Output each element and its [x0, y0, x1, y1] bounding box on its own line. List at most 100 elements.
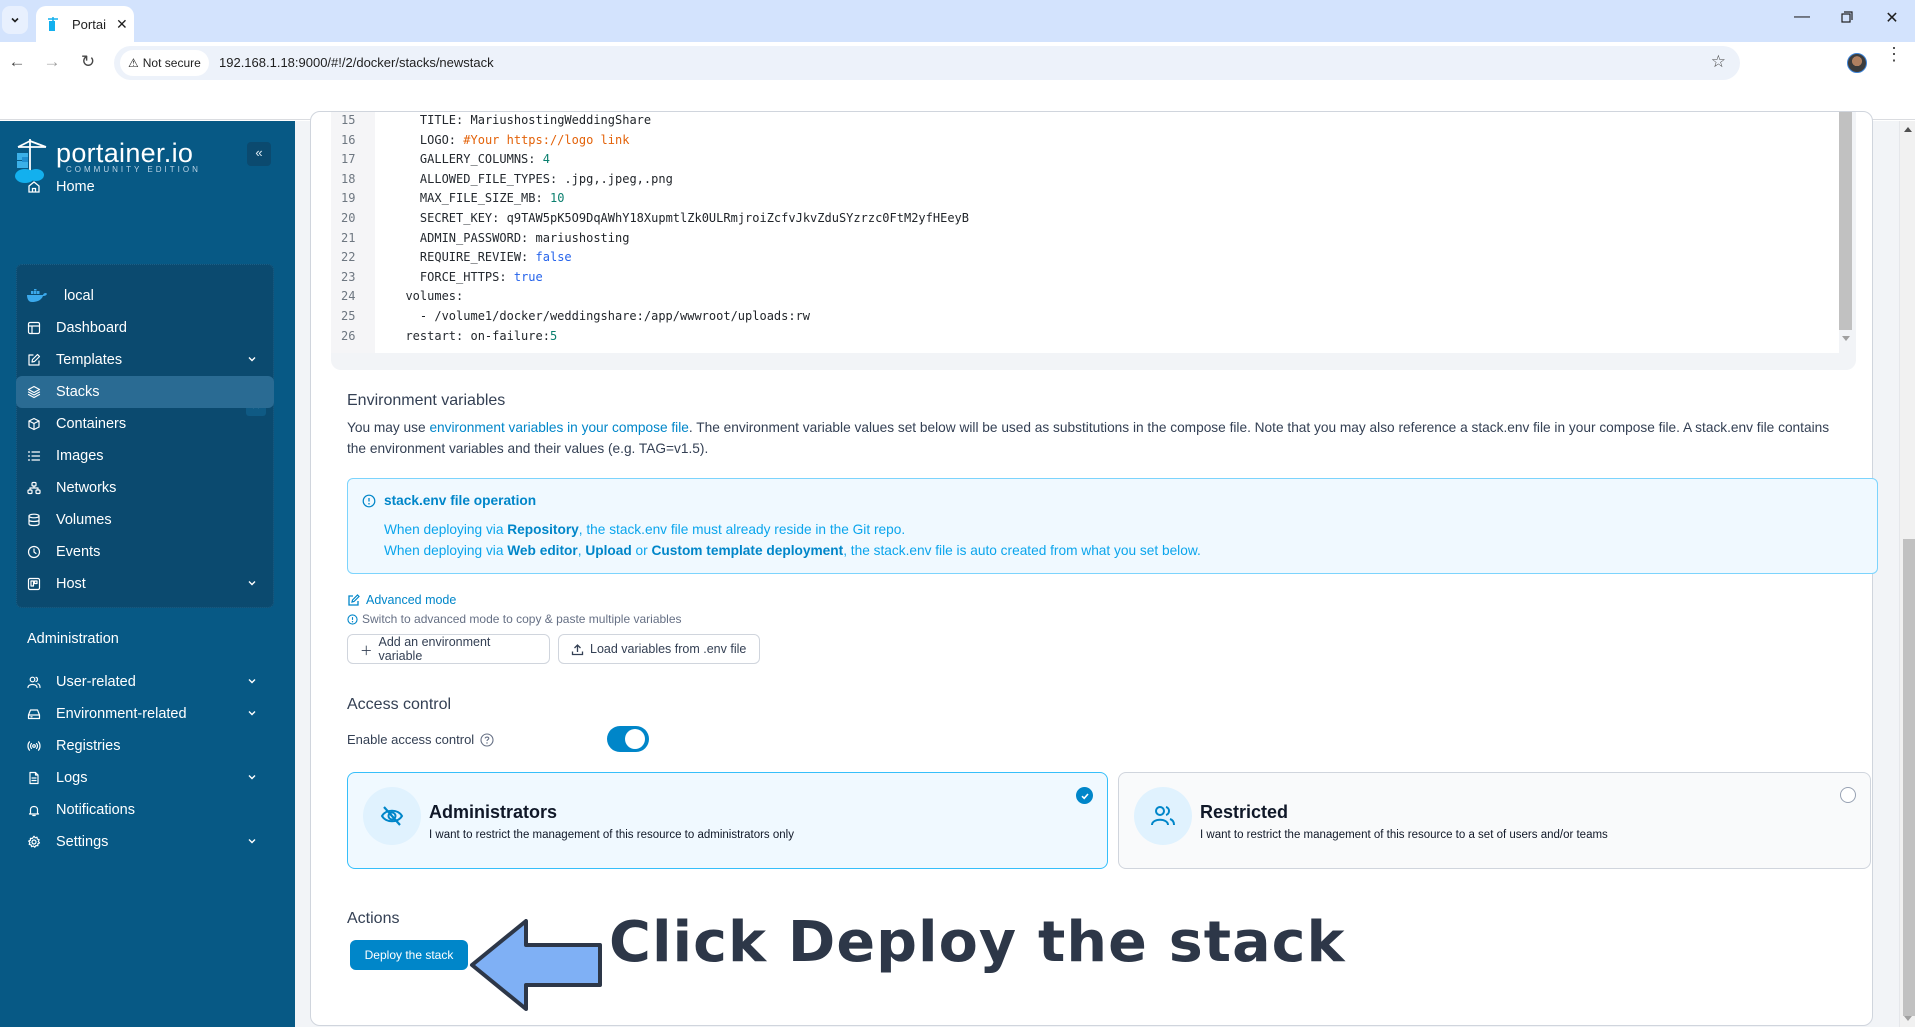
radio-icon	[26, 738, 42, 754]
code-line: 23 FORCE_HTTPS: true	[331, 268, 1831, 288]
sidebar-item-label: Images	[56, 448, 104, 464]
minimize-icon[interactable]: —	[1787, 8, 1817, 26]
sidebar-item-stacks[interactable]: Stacks	[16, 376, 274, 408]
sidebar-item-label: Logs	[56, 770, 88, 786]
line-number: 25	[341, 309, 356, 323]
option-title: Administrators	[429, 802, 558, 822]
sidebar-item-label: Events	[56, 544, 101, 560]
sidebar-item-dashboard[interactable]: Dashboard	[16, 312, 274, 344]
sidebar-item-label: User-related	[56, 674, 136, 690]
sidebar-item-registries[interactable]: Registries	[16, 730, 274, 762]
sidebar-item-logs[interactable]: Logs	[16, 762, 274, 794]
line-number: 15	[341, 113, 356, 127]
chevron-down-icon[interactable]	[246, 675, 258, 687]
reload-icon[interactable]: ↻	[76, 52, 100, 72]
sidebar-item-images[interactable]: Images	[16, 440, 274, 472]
chevron-down-icon[interactable]	[246, 353, 258, 365]
scroll-up-icon[interactable]	[1904, 127, 1912, 132]
window-close-icon[interactable]: ✕	[1877, 8, 1907, 28]
info-bold: Custom template deployment	[651, 543, 844, 558]
scroll-down-icon[interactable]	[1904, 1016, 1912, 1021]
deploy-stack-button[interactable]: Deploy the stack	[350, 940, 468, 970]
info-text: When deploying via	[384, 522, 508, 537]
line-number: 23	[341, 269, 356, 284]
code-line: 20 SECRET_KEY: q9TAW5pK5O9DqAWhY18Xupmtl…	[331, 209, 1831, 229]
code-text: MAX_FILE_SIZE_MB: 10	[419, 191, 565, 206]
browser-tab[interactable]: Portai ✕	[36, 6, 134, 42]
warning-icon: ⚠	[128, 56, 139, 70]
line-number: 19	[341, 191, 356, 206]
sidebar-item-environment-related[interactable]: Environment-related	[16, 698, 274, 730]
admin-icon-circle	[363, 787, 421, 845]
forward-icon[interactable]: →	[40, 52, 64, 72]
load-env-file-label: Load variables from .env file	[590, 642, 747, 656]
browser-menu-icon[interactable]: ⋮	[1885, 45, 1903, 63]
page-scrollbar-thumb[interactable]	[1903, 539, 1915, 1016]
tab-search-button[interactable]	[2, 6, 28, 34]
environment-header[interactable]: local	[16, 280, 274, 312]
collapse-sidebar-button[interactable]: «	[247, 142, 271, 166]
profile-avatar[interactable]	[1847, 53, 1867, 73]
sidebar-item-networks[interactable]: Networks	[16, 472, 274, 504]
compose-editor[interactable]: 15 TITLE: MariushostingWeddingShare 16 LO…	[331, 112, 1839, 353]
sidebar-item-home[interactable]: Home	[16, 171, 274, 203]
code-text: - /volume1/docker/weddingshare:/app/wwwr…	[419, 309, 811, 323]
access-control-toggle[interactable]	[607, 726, 649, 752]
unselected-radio[interactable]	[1840, 787, 1856, 803]
env-vars-docs-link[interactable]: environment variables in your compose fi…	[429, 420, 688, 435]
back-icon[interactable]: ←	[5, 52, 29, 72]
sidebar-item-volumes[interactable]: Volumes	[16, 504, 274, 536]
network-icon	[26, 480, 42, 496]
env-vars-heading: Environment variables	[347, 392, 506, 409]
sidebar-item-host[interactable]: Host	[16, 568, 274, 600]
advanced-hint-text: Switch to advanced mode to copy & paste …	[362, 612, 682, 626]
plus-icon: ＋	[360, 643, 373, 658]
code-text: REQUIRE_REVIEW: false	[419, 250, 572, 265]
sidebar-item-user-related[interactable]: User-related	[16, 666, 274, 698]
layers-icon	[26, 384, 42, 400]
sidebar-item-templates[interactable]: Templates	[16, 344, 274, 376]
info-line-2: When deploying via Web editor, Upload or…	[384, 543, 1201, 558]
sidebar-item-label: Stacks	[56, 384, 100, 400]
help-icon[interactable]	[480, 732, 494, 747]
sidebar-item-label: Host	[56, 576, 86, 592]
info-text: , the stack.env file is auto created fro…	[843, 543, 1201, 558]
editor-scrollbar[interactable]	[1839, 112, 1852, 330]
environment-name: local	[64, 288, 94, 304]
access-option-administrators[interactable]: Administrators I want to restrict the ma…	[347, 772, 1108, 869]
url-text[interactable]: 192.168.1.18:9000/#!/2/docker/stacks/new…	[219, 55, 494, 70]
home-icon	[26, 179, 42, 195]
security-chip[interactable]: ⚠ Not secure	[120, 50, 209, 76]
code-line: 19 MAX_FILE_SIZE_MB: 10	[331, 189, 1831, 209]
load-env-file-button[interactable]: Load variables from .env file	[558, 634, 760, 664]
sidebar-item-events[interactable]: Events	[16, 536, 274, 568]
line-number: 18	[341, 171, 356, 186]
sidebar-item-label: Networks	[56, 480, 117, 496]
advanced-mode-link[interactable]: Advanced mode	[347, 593, 456, 607]
add-env-variable-button[interactable]: ＋ Add an environment variable	[347, 634, 550, 664]
sidebar-item-containers[interactable]: Containers	[16, 408, 274, 440]
page-scrollbar[interactable]	[1899, 121, 1915, 1027]
code-text: FORCE_HTTPS: true	[419, 269, 543, 284]
sidebar-item-notifications[interactable]: Notifications	[16, 794, 274, 826]
code-text: ADMIN_PASSWORD: mariushosting	[419, 230, 630, 245]
bookmark-star-icon[interactable]: ☆	[1711, 52, 1726, 72]
sidebar-item-label: Home	[56, 179, 95, 195]
file-icon	[26, 770, 42, 786]
editor-scroll-down-icon[interactable]	[1842, 336, 1850, 341]
access-option-restricted[interactable]: Restricted I want to restrict the manage…	[1118, 772, 1871, 869]
address-bar[interactable]: ⚠ Not secure 192.168.1.18:9000/#!/2/dock…	[114, 46, 1740, 80]
sidebar-item-settings[interactable]: Settings	[16, 826, 274, 858]
chevron-down-icon[interactable]	[246, 835, 258, 847]
stack-env-info-box: stack.env file operation When deploying …	[347, 478, 1878, 574]
edit-icon	[26, 352, 42, 368]
list-icon	[26, 448, 42, 464]
selected-check-icon	[1076, 787, 1093, 804]
chevron-down-icon[interactable]	[246, 577, 258, 589]
tab-close-icon[interactable]: ✕	[116, 16, 128, 33]
code-line: 15 TITLE: MariushostingWeddingShare	[331, 111, 1831, 131]
chevron-down-icon[interactable]	[246, 771, 258, 783]
chevron-down-icon	[11, 17, 19, 23]
restore-icon[interactable]	[1832, 8, 1862, 28]
chevron-down-icon[interactable]	[246, 707, 258, 719]
